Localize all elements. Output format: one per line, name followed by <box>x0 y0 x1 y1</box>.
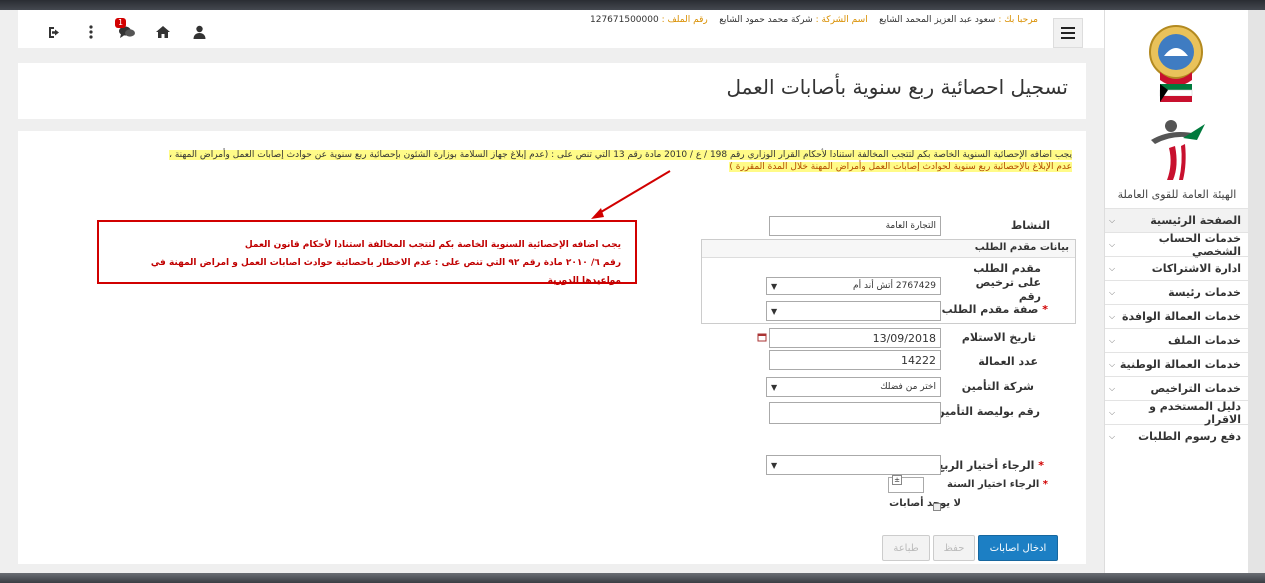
quarter-label: * الرجاء أختيار الربع <box>936 459 1044 472</box>
sidebar-item-fees-payment[interactable]: دفع رسوم الطلبات ⌵ <box>1105 424 1249 448</box>
chevron-down-icon: ⌵ <box>1109 239 1116 249</box>
insurance-company-select[interactable]: اختر من فضلك ▼ <box>766 377 941 397</box>
applicant-license-value: 2767429 أتش أند أم <box>853 281 936 291</box>
sidebar-item-main-services[interactable]: خدمات رئيسة ⌵ <box>1105 280 1249 304</box>
dropdown-arrow-icon: ▼ <box>771 281 778 291</box>
applicant-license-select[interactable]: 2767429 أتش أند أم ▼ <box>766 277 941 295</box>
activity-label: النشاط <box>1010 219 1050 232</box>
enter-injuries-button[interactable]: ادخال اصابات <box>978 535 1058 561</box>
chevron-down-icon: ⌵ <box>1109 287 1116 297</box>
legal-callout-box: يجب اضافه الإحصائية السنوية الخاصة بكم ل… <box>97 220 637 286</box>
more-vertical-icon[interactable] <box>82 24 100 40</box>
sidebar-menu: الصفحة الرئيسية ⌵ خدمات الحساب الشخصي ⌵ اد… <box>1105 208 1249 448</box>
policy-number-input[interactable] <box>769 402 941 424</box>
notice-line-2: عدم الإبلاغ بالإحصائية ربع سنوية لحوادث … <box>729 162 1072 172</box>
header-icons: 1 <box>46 18 208 40</box>
chevron-down-icon: ⌵ <box>1109 215 1116 225</box>
menu-toggle-button[interactable] <box>1053 18 1083 48</box>
bottom-window-strip <box>0 573 1265 583</box>
no-injuries-label: لا يوجد أصابات <box>889 498 961 509</box>
applicant-role-select[interactable]: ▼ <box>766 301 941 321</box>
file-label: رقم الملف : <box>661 15 708 25</box>
right-sidebar: الهيئة العامة للقوى العاملة الصفحة الرئي… <box>1104 10 1249 573</box>
applicant-license-label: مقدم الطلب على ترخيص رقم <box>973 262 1041 303</box>
messages-badge: 1 <box>115 18 127 28</box>
chevron-down-icon: ⌵ <box>1109 335 1116 345</box>
quarter-select[interactable]: ▼ <box>766 455 941 475</box>
chevron-down-icon: ⌵ <box>1109 311 1116 321</box>
sidebar-item-file-services[interactable]: خدمات الملف ⌵ <box>1105 328 1249 352</box>
sidebar-item-home[interactable]: الصفحة الرئيسية ⌵ <box>1105 208 1249 232</box>
callout-line-1: يجب اضافه الإحصائية السنوية الخاصة بكم ل… <box>244 240 621 250</box>
company-name: شركة محمد حمود الشايع <box>719 15 813 25</box>
logo-area: الهيئة العامة للقوى العاملة <box>1105 10 1249 208</box>
welcome-name: سعود عبد العزيز المحمد الشايع <box>879 15 996 25</box>
window-scrollbar[interactable] <box>1248 10 1265 573</box>
notice-line-1: يجب اضافه الإحصائية السنوية الخاصة بكم ل… <box>169 150 1072 160</box>
print-button[interactable]: طباعة <box>882 535 930 561</box>
sidebar-item-licenses[interactable]: خدمات التراخيص ⌵ <box>1105 376 1249 400</box>
user-info: مرحبا بك : سعود عبد العزيز المحمد الشايع… <box>578 15 1038 25</box>
legal-notice: يجب اضافه الإحصائية السنوية الخاصة بكم ل… <box>32 149 1072 173</box>
policy-number-label: رقم بوليصة التأمين <box>935 405 1040 418</box>
authority-logo-icon <box>1151 120 1205 180</box>
chevron-down-icon: ⌵ <box>1109 359 1116 369</box>
chevron-down-icon: ⌵ <box>1109 407 1116 417</box>
chevron-down-icon: ⌵ <box>1109 431 1116 441</box>
top-window-strip <box>0 0 1265 10</box>
dropdown-arrow-icon: ▼ <box>771 460 778 470</box>
callout-line-2: رقم ٦/ ٢٠١٠ مادة رقم ٩٢ التي تنص على : ع… <box>150 258 621 286</box>
save-button[interactable]: حفظ <box>933 535 975 561</box>
activity-field: التجارة العامة <box>769 216 941 236</box>
receipt-date-field: 13/09/2018 <box>769 328 941 348</box>
logout-icon[interactable] <box>46 24 64 40</box>
page-title-panel: تسجيل احصائية ربع سنوية بأصابات العمل <box>18 63 1086 119</box>
workers-count-label: عدد العمالة <box>978 355 1038 368</box>
dropdown-arrow-icon: ▼ <box>771 382 778 392</box>
sidebar-item-user-guide[interactable]: دليل المستخدم و الاقرار ⌵ <box>1105 400 1249 426</box>
file-number: 127671500000 <box>590 15 659 25</box>
dropdown-arrow-icon: ▼ <box>771 306 778 316</box>
chevron-down-icon: ⌵ <box>1109 263 1116 273</box>
welcome-label: مرحبا بك : <box>998 15 1038 25</box>
chevron-down-icon: ⌵ <box>1109 383 1116 393</box>
sidebar-item-national-labor[interactable]: خدمات العمالة الوطنية ⌵ <box>1105 352 1249 376</box>
workers-count-field: 14222 <box>769 350 941 370</box>
home-icon[interactable] <box>154 24 172 40</box>
insurance-company-value: اختر من فضلك <box>880 382 936 392</box>
page-title: تسجيل احصائية ربع سنوية بأصابات العمل <box>726 75 1068 99</box>
company-label: اسم الشركة : <box>815 15 868 25</box>
insurance-company-label: شركة التأمين <box>961 380 1034 393</box>
calendar-icon[interactable] <box>757 332 767 345</box>
sidebar-item-personal-account[interactable]: خدمات الحساب الشخصي ⌵ <box>1105 232 1249 258</box>
no-injuries-checkbox[interactable] <box>933 503 941 511</box>
sidebar-item-expat-labor[interactable]: خدمات العمالة الوافدة ⌵ <box>1105 304 1249 328</box>
form-panel: يجب اضافه الإحصائية السنوية الخاصة بكم ل… <box>18 131 1086 564</box>
organization-name: الهيئة العامة للقوى العاملة <box>1117 188 1237 201</box>
year-spinner[interactable]: ± <box>892 475 902 485</box>
state-emblem-icon <box>1149 25 1203 102</box>
messages-icon[interactable]: 1 <box>115 18 136 40</box>
top-header: 1 مرحبا بك : سعود عبد العزيز المحمد الشا… <box>18 10 1104 48</box>
receipt-date-label: تاريخ الاستلام <box>961 331 1036 344</box>
hamburger-icon <box>1061 27 1075 29</box>
sidebar-item-subscriptions[interactable]: ادارة الاشتراكات ⌵ <box>1105 256 1249 280</box>
user-icon[interactable] <box>190 24 208 40</box>
applicant-section-title: بيانات مقدم الطلب <box>702 240 1075 258</box>
year-label: * الرجاء اختيار السنة <box>947 479 1048 490</box>
applicant-role-label: * صفة مقدم الطلب <box>941 303 1048 316</box>
